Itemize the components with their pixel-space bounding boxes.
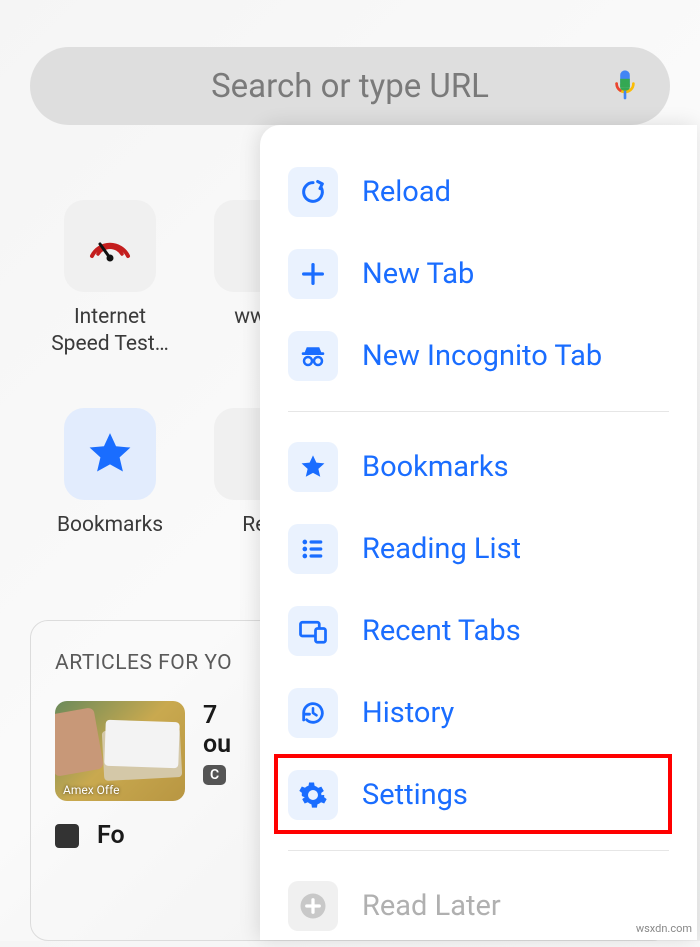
star-icon	[288, 442, 338, 492]
plus-circle-icon	[288, 881, 338, 931]
menu-item-new-tab[interactable]: New Tab	[260, 233, 697, 315]
search-bar[interactable]: Search or type URL	[30, 47, 670, 125]
history-icon	[288, 688, 338, 738]
menu-item-new-incognito[interactable]: New Incognito Tab	[260, 315, 697, 397]
menu-label: Read Later	[362, 889, 501, 923]
plus-icon	[288, 249, 338, 299]
overflow-menu: Reload New Tab New Incognito Tab Bookmar…	[260, 125, 697, 940]
menu-item-history[interactable]: History	[260, 672, 697, 754]
article-icon	[55, 824, 79, 848]
menu-label: Bookmarks	[362, 450, 509, 484]
menu-item-settings[interactable]: Settings	[260, 754, 697, 836]
article-thumbnail: Amex Offe	[55, 701, 185, 801]
shortcut-label: Internet Speed Test…	[45, 304, 175, 359]
menu-label: History	[362, 696, 454, 730]
menu-label: Settings	[362, 778, 468, 812]
menu-item-recent-tabs[interactable]: Recent Tabs	[260, 590, 697, 672]
menu-item-read-later: Read Later	[260, 865, 697, 947]
article-text: 7 ou C	[203, 701, 231, 801]
menu-label: Reading List	[362, 532, 521, 566]
reload-icon	[288, 167, 338, 217]
incognito-icon	[288, 331, 338, 381]
watermark: wsxdn.com	[636, 922, 692, 935]
menu-item-reload[interactable]: Reload	[260, 151, 697, 233]
gear-icon	[288, 770, 338, 820]
shortcut-label: Bookmarks	[45, 512, 175, 539]
star-icon	[64, 408, 156, 500]
speedtest-icon	[64, 200, 156, 292]
search-placeholder: Search or type URL	[211, 67, 489, 106]
menu-label: New Tab	[362, 257, 474, 291]
menu-divider	[288, 850, 669, 851]
devices-icon	[288, 606, 338, 656]
shortcut-bookmarks[interactable]: Bookmarks	[45, 408, 175, 539]
menu-label: Recent Tabs	[362, 614, 521, 648]
article-badge: C	[203, 765, 226, 785]
mic-icon[interactable]	[610, 68, 640, 104]
menu-label: Reload	[362, 175, 451, 209]
list-icon	[288, 524, 338, 574]
menu-divider	[288, 411, 669, 412]
menu-label: New Incognito Tab	[362, 339, 602, 373]
shortcut-speedtest[interactable]: Internet Speed Test…	[45, 200, 175, 359]
menu-item-bookmarks[interactable]: Bookmarks	[260, 426, 697, 508]
menu-item-reading-list[interactable]: Reading List	[260, 508, 697, 590]
